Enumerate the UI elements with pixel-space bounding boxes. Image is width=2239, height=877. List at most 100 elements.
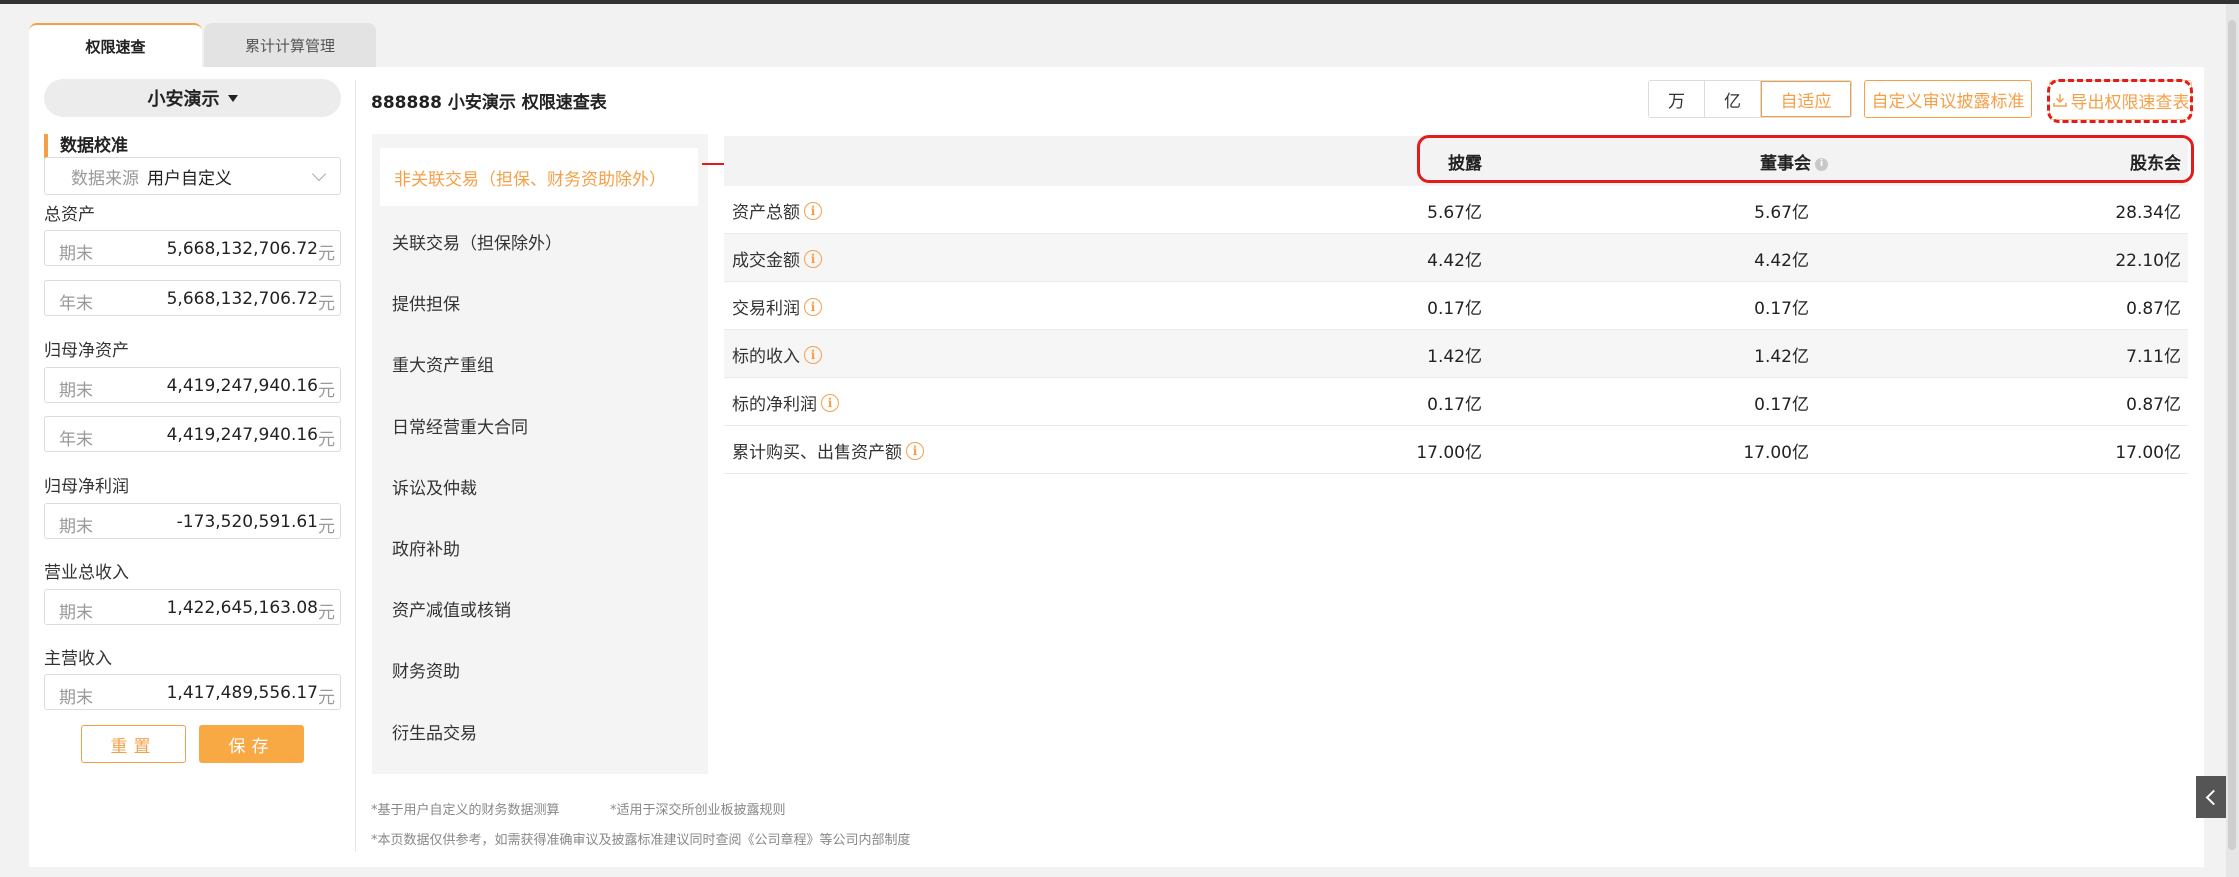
chevron-left-icon [2205,789,2222,805]
total-assets-period-end-field[interactable]: 期末 5,668,132,706.72 元 [44,230,341,266]
main-revenue-period-end-field[interactable]: 期末 1,417,489,556.17 元 [44,674,341,710]
unit-toggle-group: 万 亿 自适应 [1648,80,1852,118]
field-value: 5,668,132,706.72 [166,239,318,259]
cell-disclose: 1.42亿 [1427,347,1482,367]
sidebar-divider [355,80,356,852]
cell-disclose: 5.67亿 [1427,203,1482,223]
total-revenue-period-end-field[interactable]: 期末 1,422,645,163.08 元 [44,589,341,625]
total-assets-year-end-field[interactable]: 年末 5,668,132,706.72 元 [44,280,341,316]
label-total-assets: 总资产 [44,205,95,225]
field-value: 1,422,645,163.08 [166,598,318,618]
cell-disclose: 4.42亿 [1427,251,1482,271]
company-name: 小安演示 [147,89,220,110]
info-icon[interactable]: i [804,249,822,268]
field-unit: 元 [318,244,335,264]
footnote-custom-data: *基于用户自定义的财务数据测算 [371,803,560,818]
field-key: 年末 [59,430,93,450]
category-item-restructuring[interactable]: 重大资产重组 [392,351,494,376]
unit-wan-button[interactable]: 万 [1649,81,1705,117]
field-unit: 元 [318,430,335,450]
window-top-border [0,0,2239,4]
data-source-label: 数据来源 [71,168,139,189]
label-net-profit: 归母净利润 [44,477,129,497]
cell-board: 0.17亿 [1754,395,1809,415]
cell-shareholders: 28.34亿 [2115,203,2181,223]
row-label: 标的收入 [732,347,800,367]
cell-board: 1.42亿 [1754,347,1809,367]
label-main-revenue: 主营收入 [44,649,112,669]
field-key: 期末 [59,381,93,401]
net-assets-year-end-field[interactable]: 年末 4,419,247,940.16 元 [44,416,341,452]
info-icon[interactable]: i [804,297,822,316]
net-assets-period-end-field[interactable]: 期末 4,419,247,940.16 元 [44,367,341,403]
collapse-panel-button[interactable] [2196,776,2226,818]
footnote-reference: *本页数据仅供参考，如需获得准确审议及披露标准建议同时查阅《公司章程》等公司内部… [371,833,911,848]
row-label: 标的净利润 [732,395,817,415]
field-key: 期末 [59,244,93,264]
section-title-data-calibration: 数据校准 [44,134,128,158]
info-icon[interactable]: i [804,345,822,364]
save-button[interactable]: 保存 [199,725,304,763]
company-select[interactable]: 小安演示 [44,79,341,117]
cell-shareholders: 0.87亿 [2126,395,2181,415]
reset-button[interactable]: 重置 [81,725,186,763]
category-item-major-contracts[interactable]: 日常经营重大合同 [392,413,528,438]
category-item-government-subsidy[interactable]: 政府补助 [392,535,460,560]
field-value: 4,419,247,940.16 [166,425,318,445]
data-source-value: 用户自定义 [147,168,232,189]
field-key: 期末 [59,517,93,537]
unit-auto-button[interactable]: 自适应 [1761,81,1851,117]
category-item-asset-impairment[interactable]: 资产减值或核销 [392,596,511,621]
chevron-down-icon [311,166,327,182]
cell-shareholders: 0.87亿 [2126,299,2181,319]
category-item-related-transactions[interactable]: 关联交易（担保除外） [392,229,562,254]
row-name: 标的收入 i [732,342,822,367]
cell-board: 17.00亿 [1743,443,1809,463]
cell-shareholders: 22.10亿 [2115,251,2181,271]
cell-board: 0.17亿 [1754,299,1809,319]
row-name: 标的净利润 i [732,390,839,415]
cell-board: 5.67亿 [1754,203,1809,223]
category-item-derivatives[interactable]: 衍生品交易 [392,719,477,744]
cell-shareholders: 17.00亿 [2115,443,2181,463]
data-source-select[interactable]: 数据来源 用户自定义 [44,157,341,195]
row-label: 资产总额 [732,203,800,223]
row-label: 成交金额 [732,251,800,271]
info-icon[interactable]: i [906,441,924,460]
annotation-dashed-box [2047,79,2193,123]
tab-cumulative-management[interactable]: 累计计算管理 [204,23,376,67]
field-unit: 元 [318,517,335,537]
field-unit: 元 [318,381,335,401]
cell-disclose: 17.00亿 [1416,443,1482,463]
field-key: 年末 [59,294,93,314]
field-key: 期末 [59,688,93,708]
row-label: 交易利润 [732,299,800,319]
field-unit: 元 [318,603,335,623]
cell-disclose: 0.17亿 [1427,299,1482,319]
info-icon[interactable]: i [804,201,822,220]
page-title: 888888 小安演示 权限速查表 [371,93,607,113]
row-name: 成交金额 i [732,246,822,271]
info-icon[interactable]: i [821,393,839,412]
row-name: 累计购买、出售资产额 i [732,438,924,463]
tab-quick-lookup[interactable]: 权限速查 [29,23,202,67]
category-item-non-related-transactions[interactable]: 非关联交易（担保、财务资助除外） [380,148,698,206]
label-total-revenue: 营业总收入 [44,563,129,583]
field-value: 1,417,489,556.17 [166,683,318,703]
field-key: 期末 [59,603,93,623]
category-item-litigation[interactable]: 诉讼及仲裁 [392,474,477,499]
scrollbar-thumb[interactable] [2228,20,2236,850]
field-value: 4,419,247,940.16 [166,376,318,396]
field-value: 5,668,132,706.72 [166,289,318,309]
caret-down-icon [227,94,238,102]
cell-disclose: 0.17亿 [1427,395,1482,415]
row-label: 累计购买、出售资产额 [732,443,902,463]
custom-standard-button[interactable]: 自定义审议披露标准 [1864,80,2032,118]
field-unit: 元 [318,294,335,314]
net-profit-period-end-field[interactable]: 期末 -173,520,591.61 元 [44,503,341,539]
cell-shareholders: 7.11亿 [2126,347,2181,367]
category-item-guarantee[interactable]: 提供担保 [392,290,460,315]
unit-yi-button[interactable]: 亿 [1705,81,1761,117]
category-item-financial-aid[interactable]: 财务资助 [392,657,460,682]
cell-board: 4.42亿 [1754,251,1809,271]
